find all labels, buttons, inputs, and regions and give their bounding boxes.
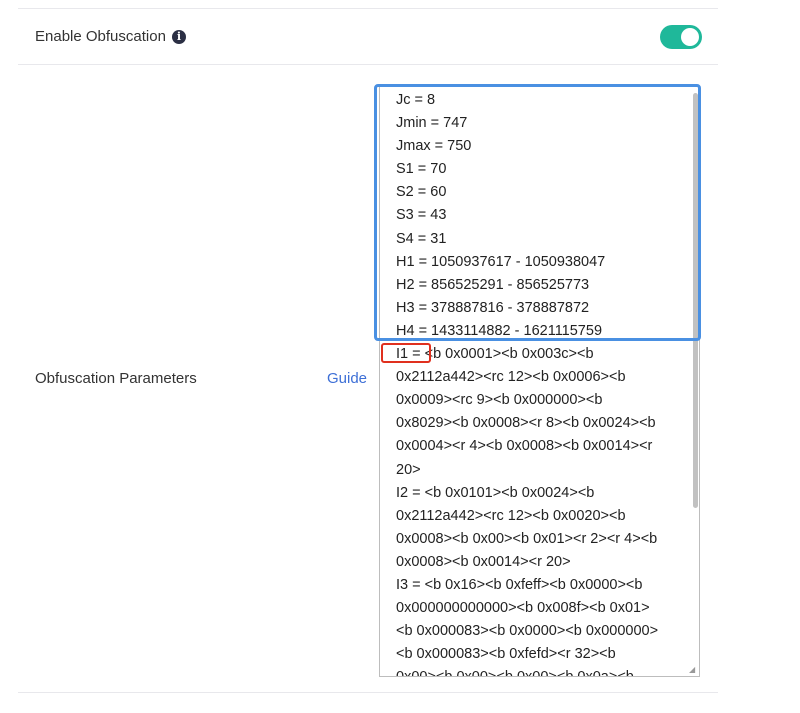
textarea-content: Jc = 8 Jmin = 747 Jmax = 750 S1 = 70 S2 = 60… (396, 89, 684, 676)
param-line: 0x2112a442><rc 12><b 0x0020><b (396, 507, 626, 524)
param-line: 0x0008><b 0x00><b 0x01><r 2><r 4><b (396, 530, 658, 547)
param-line: 0x2112a442><rc 12><b 0x0006><b (396, 369, 626, 386)
toggle-knob (681, 28, 699, 46)
param-line: S4 = 31 (396, 230, 447, 247)
info-icon[interactable]: i (171, 30, 186, 44)
param-line: I2 = <b 0x0101><b 0x0024><b (396, 484, 595, 501)
enable-obfuscation-toggle[interactable] (660, 25, 702, 49)
param-line: Jc = 8 (396, 92, 436, 108)
param-line: <b 0x000083><b 0xfefd><r 32><b (396, 646, 616, 663)
row-divider (18, 64, 718, 65)
param-line: S1 = 70 (396, 161, 447, 178)
param-line: 0x0004><r 4><b 0x0008><b 0x0014><r (396, 438, 653, 455)
param-line: S2 = 60 (396, 184, 447, 201)
param-line: 0x0009><rc 9><b 0x000000><b (396, 392, 603, 409)
param-line: S3 = 43 (396, 207, 447, 224)
param-line: <b 0x000083><b 0x0000><b 0x000000> (396, 623, 659, 640)
resize-handle-icon[interactable]: ◢ (689, 666, 697, 674)
param-line: H3 = 378887816 - 378887872 (396, 299, 590, 316)
param-line: H2 = 856525291 - 856525773 (396, 276, 590, 293)
scrollbar-thumb[interactable] (693, 93, 698, 508)
obfuscation-parameters-textarea[interactable]: Jc = 8 Jmin = 747 Jmax = 750 S1 = 70 S2 = 60… (379, 86, 700, 677)
bottom-divider (18, 692, 718, 693)
param-line: 20> (396, 461, 421, 478)
param-line: I1 = <b 0x0001><b 0x003c><b (396, 346, 594, 363)
param-line: I3 = <b 0x16><b 0xfeff><b 0x0000><b (396, 576, 643, 593)
guide-link[interactable]: Guide (327, 370, 367, 387)
scrollbar[interactable] (691, 87, 699, 676)
param-line: Jmin = 747 (396, 115, 468, 132)
enable-obfuscation-label: Enable Obfuscation i (35, 28, 186, 45)
param-line: 0x000000000000><b 0x008f><b 0x01> (396, 600, 650, 617)
param-line: 0x00><b 0x00><b 0x00><b 0x0a><b (396, 666, 684, 676)
top-divider (18, 8, 718, 9)
obfuscation-parameters-label: Obfuscation Parameters (35, 370, 197, 387)
param-line: 0x8029><b 0x0008><r 8><b 0x0024><b (396, 415, 656, 432)
param-line: Jmax = 750 (396, 138, 472, 155)
enable-obfuscation-text: Enable Obfuscation (35, 28, 166, 45)
param-line: 0x0008><b 0x0014><r 20> (396, 553, 571, 570)
param-line: H4 = 1433114882 - 1621115759 (396, 322, 603, 339)
param-line: H1 = 1050937617 - 1050938047 (396, 253, 606, 270)
